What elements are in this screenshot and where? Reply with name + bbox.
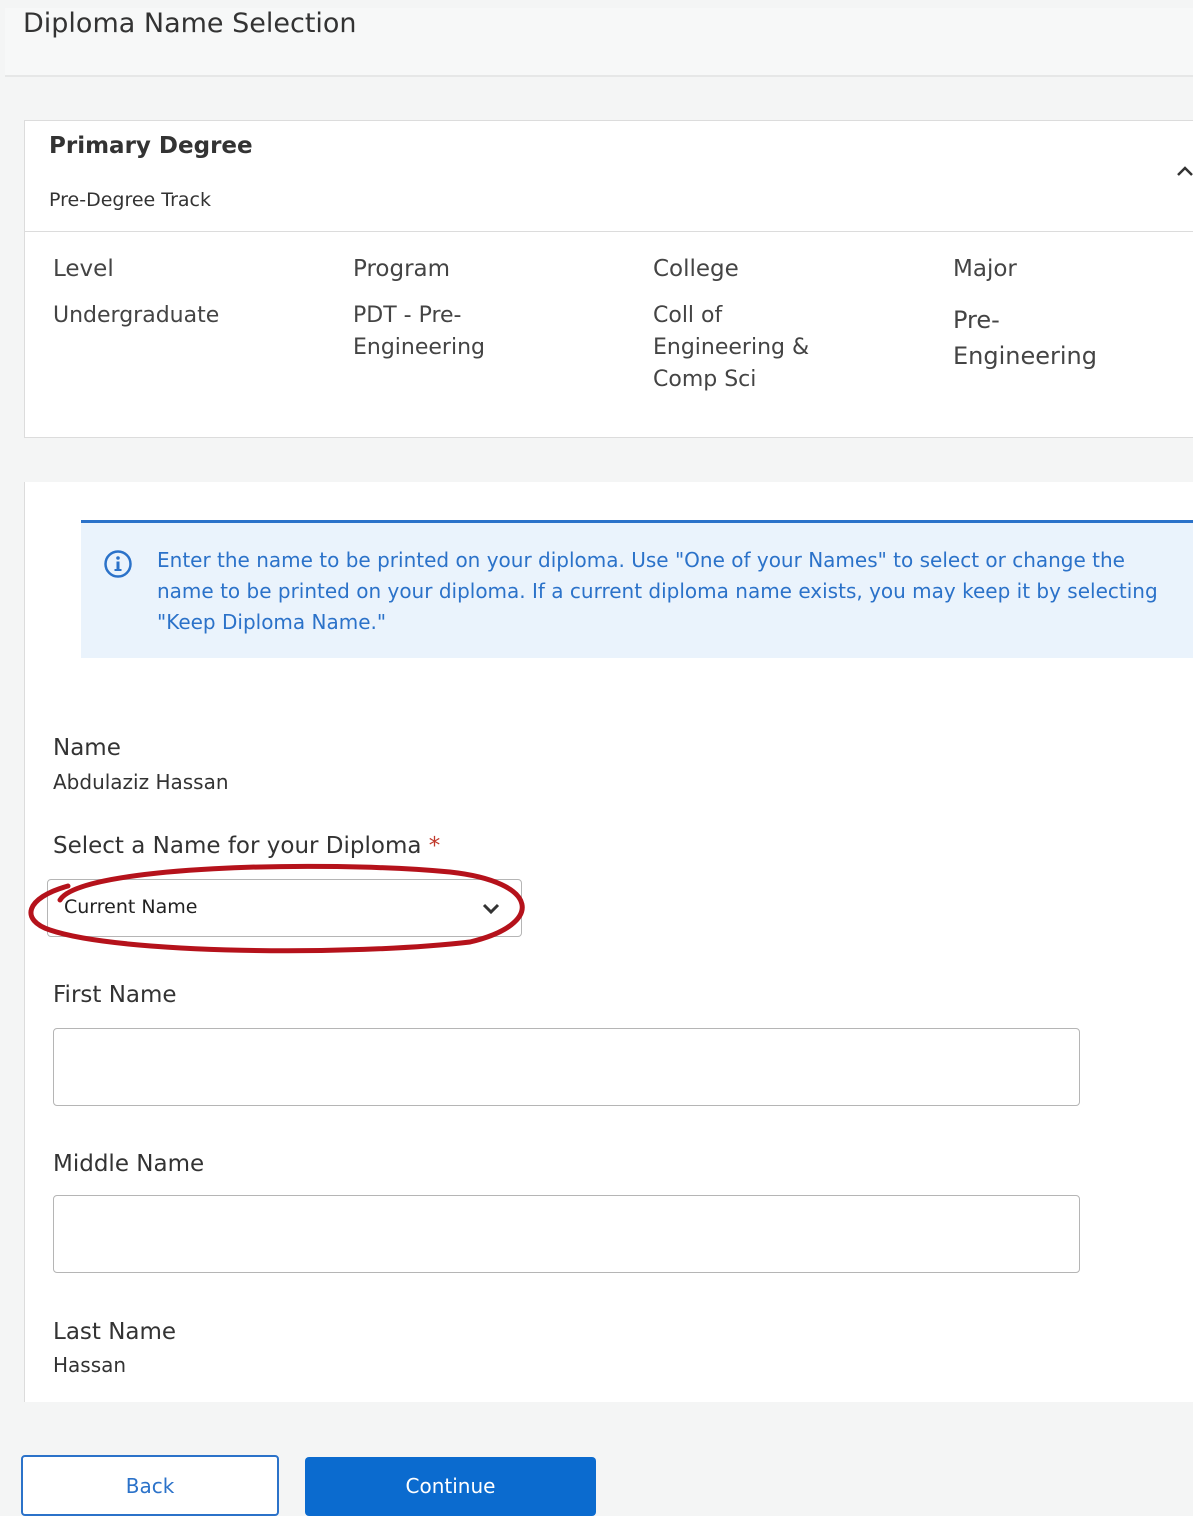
degree-title: Primary Degree (49, 133, 253, 159)
name-label: Name (53, 735, 121, 761)
degree-card: Primary Degree Pre-Degree Track Level Un… (24, 120, 1193, 438)
program-value-line: PDT - Pre- (353, 303, 462, 328)
first-name-label: First Name (53, 982, 177, 1008)
last-name-label: Last Name (53, 1319, 177, 1345)
continue-button[interactable]: Continue (305, 1457, 596, 1516)
degree-subtitle: Pre-Degree Track (49, 189, 211, 211)
level-value-line: Undergraduate (53, 303, 220, 328)
level-value: Undergraduate (53, 300, 219, 332)
major-value-line: Engineering (953, 342, 1097, 370)
name-value: Abdulaziz Hassan (53, 770, 229, 794)
diploma-name-form: Enter the name to be printed on your dip… (24, 482, 1193, 1402)
major-value-line: Pre- (953, 306, 1000, 334)
info-text: Enter the name to be printed on your dip… (157, 548, 1158, 634)
program-label: Program (353, 256, 451, 282)
info-icon (104, 550, 132, 578)
chevron-up-icon[interactable] (1175, 161, 1193, 181)
college-value-line: Comp Sci (653, 367, 757, 392)
page-title: Diploma Name Selection (23, 8, 357, 39)
back-button[interactable]: Back (21, 1455, 279, 1516)
info-banner: Enter the name to be printed on your dip… (81, 520, 1193, 658)
first-name-field[interactable] (53, 1028, 1080, 1106)
college-label: College (653, 256, 739, 282)
level-label: Level (53, 256, 114, 282)
divider (25, 231, 1193, 232)
college-value-line: Coll of (653, 303, 723, 328)
program-value: PDT - Pre- Engineering (353, 300, 485, 364)
college-value-line: Engineering & (653, 335, 810, 360)
program-value-line: Engineering (353, 335, 485, 360)
middle-name-field[interactable] (53, 1195, 1080, 1273)
page-header: Diploma Name Selection (5, 8, 1193, 77)
major-label: Major (953, 256, 1017, 282)
last-name-value: Hassan (53, 1353, 127, 1377)
major-value: Pre- Engineering (953, 302, 1097, 374)
college-value: Coll of Engineering & Comp Sci (653, 300, 809, 396)
middle-name-label: Middle Name (53, 1151, 205, 1177)
annotation-circle (28, 863, 525, 954)
